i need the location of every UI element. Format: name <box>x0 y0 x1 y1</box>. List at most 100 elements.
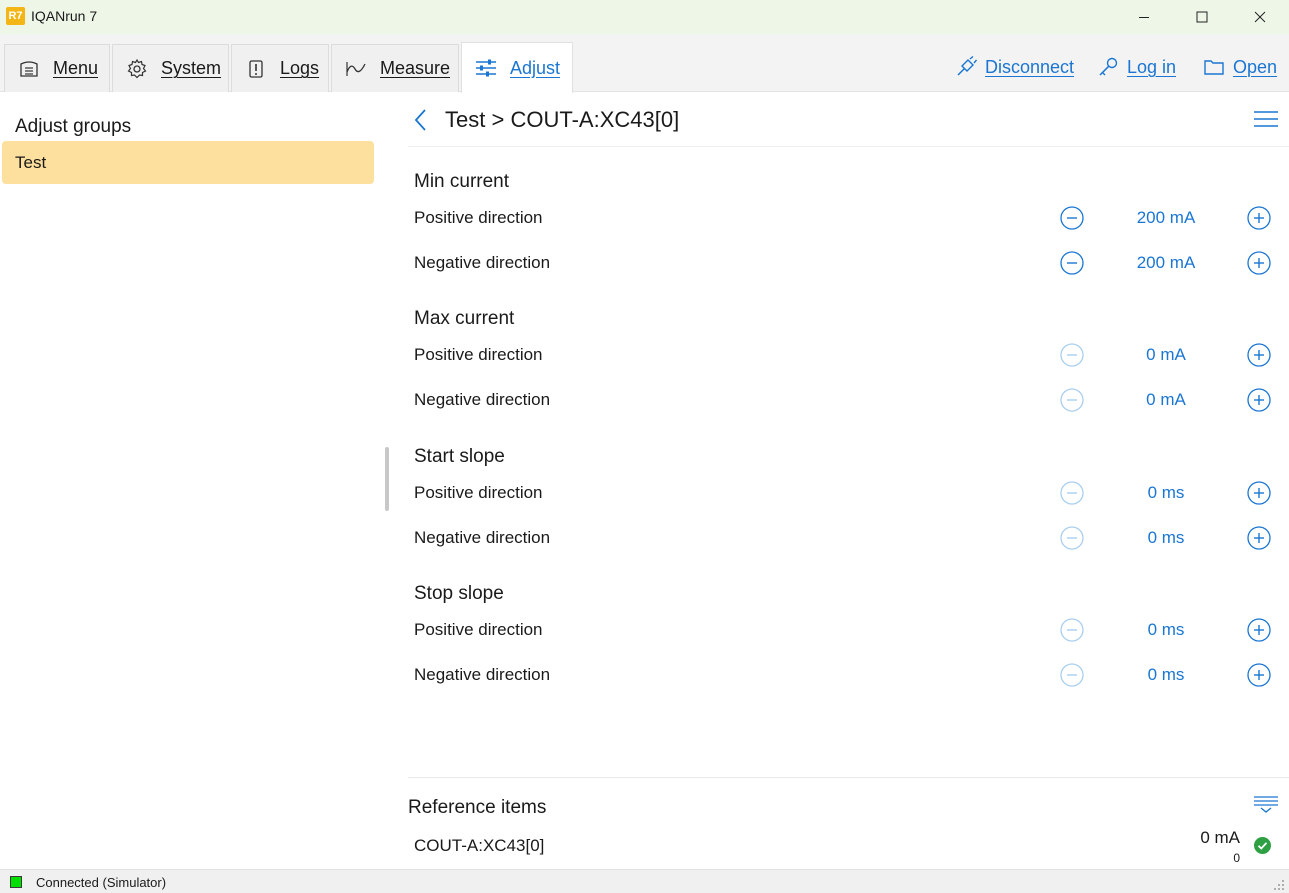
plus-circle-icon <box>1247 206 1271 230</box>
decrement-button[interactable] <box>1060 388 1084 412</box>
reference-items-title: Reference items <box>408 797 547 818</box>
status-bar: Connected (Simulator) <box>0 869 1289 893</box>
row-label: Negative direction <box>414 390 551 409</box>
adjust-groups-title: Adjust groups <box>15 116 132 137</box>
decrement-button[interactable] <box>1060 206 1084 230</box>
decrement-button[interactable] <box>1060 343 1084 367</box>
row-value[interactable]: 0 mA <box>1106 390 1226 410</box>
row-value[interactable]: 200 mA <box>1106 208 1226 228</box>
filter-list-icon <box>1254 796 1278 813</box>
plus-circle-icon <box>1247 343 1271 367</box>
more-menu-button[interactable] <box>1252 108 1280 130</box>
increment-button[interactable] <box>1247 388 1271 412</box>
disconnect-button[interactable]: Disconnect <box>955 56 1074 78</box>
minus-circle-icon <box>1060 663 1084 687</box>
tab-bar: Menu System Logs Measure Adjust <box>0 34 1289 93</box>
row-value[interactable]: 0 mA <box>1106 345 1226 365</box>
tab-system[interactable]: System <box>112 44 229 92</box>
increment-button[interactable] <box>1247 206 1271 230</box>
plus-circle-icon <box>1247 618 1271 642</box>
resize-grip[interactable] <box>1273 878 1285 890</box>
open-label: Open <box>1233 56 1278 77</box>
decrement-button[interactable] <box>1060 251 1084 275</box>
waveform-icon <box>344 57 368 81</box>
open-button[interactable]: Open <box>1203 56 1277 78</box>
tab-adjust[interactable]: Adjust <box>461 42 573 93</box>
tab-menu-label: Menu <box>53 58 99 78</box>
minimize-button[interactable] <box>1115 0 1173 34</box>
row-label: Positive direction <box>414 483 543 502</box>
minimize-icon <box>1139 17 1149 18</box>
decrement-button[interactable] <box>1060 526 1084 550</box>
resize-grip-icon <box>1274 880 1284 890</box>
plus-circle-icon <box>1247 663 1271 687</box>
plus-circle-icon <box>1247 251 1271 275</box>
close-icon <box>1254 11 1266 23</box>
row-label: Negative direction <box>414 665 551 684</box>
group-item-test[interactable]: Test <box>2 141 374 184</box>
increment-button[interactable] <box>1247 526 1271 550</box>
section-title: Max current <box>414 308 515 329</box>
row-label: Negative direction <box>414 528 551 547</box>
sliders-icon <box>474 56 498 80</box>
decrement-button[interactable] <box>1060 481 1084 505</box>
decrement-button[interactable] <box>1060 618 1084 642</box>
tab-measure-label: Measure <box>380 58 451 78</box>
status-text: Connected (Simulator) <box>36 875 167 890</box>
minus-circle-icon <box>1060 388 1084 412</box>
plus-circle-icon <box>1247 481 1271 505</box>
breadcrumb-separator: > <box>491 107 505 132</box>
section-title: Min current <box>414 171 510 192</box>
connection-indicator <box>10 876 22 888</box>
login-button[interactable]: Log in <box>1097 56 1176 78</box>
app-logo: R7 <box>6 7 25 25</box>
panel-splitter[interactable] <box>385 447 389 511</box>
increment-button[interactable] <box>1247 251 1271 275</box>
maximize-button[interactable] <box>1173 0 1231 34</box>
row-value[interactable]: 0 ms <box>1106 528 1226 548</box>
menu-icon <box>17 57 41 81</box>
reference-item-raw: 0 <box>1233 851 1240 865</box>
increment-button[interactable] <box>1247 618 1271 642</box>
row-value[interactable]: 200 mA <box>1106 253 1226 273</box>
row-label: Positive direction <box>414 345 543 364</box>
disconnect-label: Disconnect <box>985 56 1075 77</box>
minus-circle-icon <box>1060 343 1084 367</box>
close-button[interactable] <box>1231 0 1289 34</box>
maximize-icon <box>1196 11 1208 23</box>
title-bar: R7 IQANrun 7 <box>0 0 1289 34</box>
minus-circle-icon <box>1060 618 1084 642</box>
tab-system-label: System <box>161 58 222 78</box>
folder-icon <box>1203 56 1225 78</box>
gear-icon <box>125 57 149 81</box>
breadcrumb: Test > COUT-A:XC43[0] <box>445 107 679 133</box>
minus-circle-icon <box>1060 526 1084 550</box>
row-label: Positive direction <box>414 208 543 227</box>
row-value[interactable]: 0 ms <box>1106 620 1226 640</box>
tab-measure[interactable]: Measure <box>331 44 459 92</box>
section-title: Start slope <box>414 446 505 467</box>
decrement-button[interactable] <box>1060 663 1084 687</box>
increment-button[interactable] <box>1247 343 1271 367</box>
increment-button[interactable] <box>1247 663 1271 687</box>
row-label: Negative direction <box>414 253 551 272</box>
key-icon <box>1097 56 1119 78</box>
breadcrumb-channel: COUT-A:XC43[0] <box>510 107 680 132</box>
tab-logs[interactable]: Logs <box>231 44 329 92</box>
window-title: IQANrun 7 <box>31 8 98 24</box>
row-label: Positive direction <box>414 620 543 639</box>
minus-circle-icon <box>1060 481 1084 505</box>
increment-button[interactable] <box>1247 481 1271 505</box>
reference-filter-button[interactable] <box>1253 794 1279 814</box>
check-circle-icon <box>1253 836 1272 855</box>
login-label: Log in <box>1127 56 1177 77</box>
row-value[interactable]: 0 ms <box>1106 483 1226 503</box>
tab-logs-label: Logs <box>280 58 320 78</box>
tab-menu[interactable]: Menu <box>4 44 110 92</box>
back-button[interactable] <box>411 107 431 133</box>
plus-circle-icon <box>1247 388 1271 412</box>
plug-icon <box>955 56 977 78</box>
reference-divider <box>408 777 1289 778</box>
group-item-label: Test <box>15 153 47 172</box>
row-value[interactable]: 0 ms <box>1106 665 1226 685</box>
